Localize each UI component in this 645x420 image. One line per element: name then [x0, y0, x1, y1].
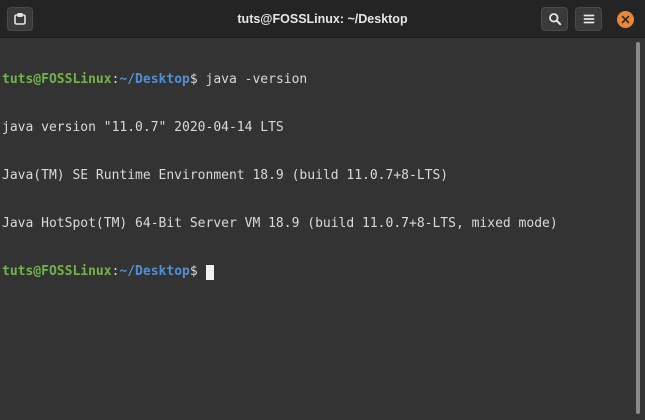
menu-button[interactable] — [575, 7, 602, 31]
prompt-path: ~/Desktop — [119, 72, 190, 87]
prompt-path: ~/Desktop — [119, 264, 190, 279]
output-line: Java HotSpot(TM) 64-Bit Server VM 18.9 (… — [2, 216, 558, 231]
title-bar[interactable]: tuts@FOSSLinux: ~/Desktop — [0, 0, 645, 38]
search-button[interactable] — [541, 7, 568, 31]
prompt-user-host: tuts@FOSSLinux — [2, 72, 112, 87]
prompt-symbol: $ — [189, 72, 206, 87]
close-button[interactable] — [617, 11, 634, 28]
close-icon — [621, 15, 630, 24]
terminal-output-area[interactable]: tuts@FOSSLinux:~/Desktop$ java -version … — [0, 38, 632, 420]
new-tab-icon — [14, 13, 26, 25]
search-icon — [548, 13, 561, 26]
text-cursor — [205, 265, 214, 280]
output-line: java version "11.0.7" 2020-04-14 LTS — [2, 120, 284, 135]
command-text: java -version — [205, 72, 308, 87]
output-line: Java(TM) SE Runtime Environment 18.9 (bu… — [2, 168, 449, 183]
scrollbar[interactable] — [636, 42, 640, 414]
active-prompt-line[interactable]: tuts@FOSSLinux:~/Desktop$ — [2, 264, 632, 280]
prompt-symbol: $ — [189, 264, 206, 279]
hamburger-menu-icon — [583, 14, 594, 24]
prompt-user-host: tuts@FOSSLinux — [2, 264, 112, 279]
command-line: tuts@FOSSLinux:~/Desktop$ java -version — [2, 72, 632, 88]
terminal-window: tuts@FOSSLinux: ~/Desktop tuts@FOSSLinux… — [0, 0, 645, 420]
new-tab-button[interactable] — [7, 7, 33, 31]
